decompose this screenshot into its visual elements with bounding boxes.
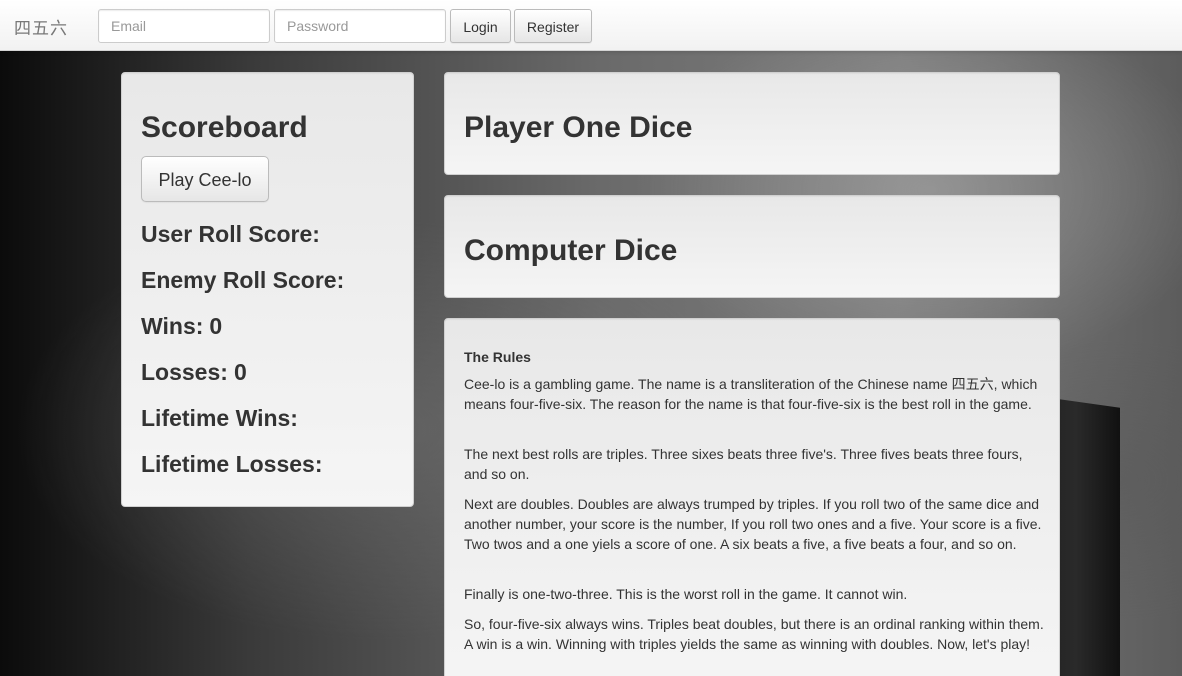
player-one-dice-title: Player One Dice — [464, 111, 693, 144]
navbar: 四五六 Login Register — [0, 0, 1182, 51]
login-button[interactable]: Login — [450, 9, 511, 43]
wins-stat: Wins: 0 — [141, 313, 222, 340]
scoreboard-panel: Scoreboard Play Cee-lo User Roll Score: … — [121, 72, 414, 507]
losses-label: Losses: — [141, 359, 228, 385]
password-input[interactable] — [274, 9, 446, 43]
rules-paragraph: Next are doubles. Doubles are always tru… — [464, 496, 1042, 552]
player-one-dice-panel: Player One Dice — [444, 72, 1060, 175]
rules-panel: The Rules Cee-lo is a gambling game. The… — [444, 318, 1060, 676]
enemy-roll-score-label: Enemy Roll Score: — [141, 267, 345, 293]
lifetime-wins-stat: Lifetime Wins: — [141, 405, 304, 432]
lifetime-losses-stat: Lifetime Losses: — [141, 451, 329, 478]
rules-paragraph: The next best rolls are triples. Three s… — [464, 446, 1023, 482]
email-input[interactable] — [98, 9, 270, 43]
rules-paragraph: So, four-five-six always wins. Triples b… — [464, 616, 1044, 652]
user-roll-score-label: User Roll Score: — [141, 221, 320, 247]
play-cee-lo-button[interactable]: Play Cee-lo — [141, 156, 269, 202]
lifetime-wins-label: Lifetime Wins: — [141, 405, 298, 431]
enemy-roll-score: Enemy Roll Score: — [141, 267, 350, 294]
computer-dice-panel: Computer Dice — [444, 195, 1060, 298]
lifetime-losses-label: Lifetime Losses: — [141, 451, 323, 477]
rules-heading: The Rules — [464, 349, 531, 365]
rules-paragraph: Cee-lo is a gambling game. The name is a… — [464, 376, 1038, 412]
losses-value: 0 — [233, 359, 247, 385]
user-roll-score: User Roll Score: — [141, 221, 326, 248]
scoreboard-title: Scoreboard — [141, 111, 308, 144]
losses-stat: Losses: 0 — [141, 359, 247, 386]
computer-dice-title: Computer Dice — [464, 234, 678, 267]
wins-label: Wins: — [141, 313, 204, 339]
brand-logo[interactable]: 四五六 — [14, 14, 68, 39]
rules-paragraph: Finally is one-two-three. This is the wo… — [464, 586, 908, 602]
register-button[interactable]: Register — [514, 9, 592, 43]
wins-value: 0 — [209, 313, 223, 339]
